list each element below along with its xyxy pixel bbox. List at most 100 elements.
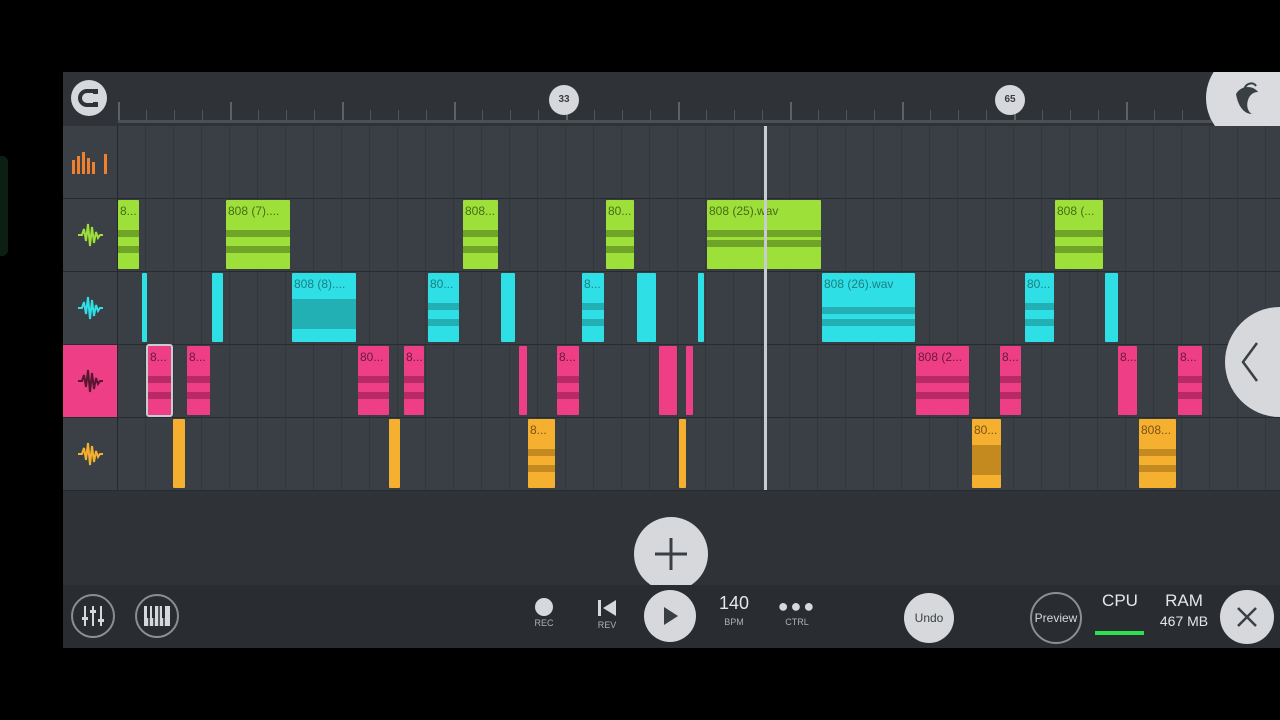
mixer-icon[interactable] — [71, 594, 115, 638]
playlist-window: 33 65 8... 808 (7).... 808... 80... 808 … — [63, 72, 1280, 648]
ruler-tick — [454, 102, 456, 120]
audio-clip[interactable]: 8... — [557, 346, 579, 415]
audio-clip[interactable]: 808 (2... — [916, 346, 969, 415]
audio-clip[interactable]: 808 (7).... — [226, 200, 290, 269]
ruler-tick — [650, 110, 651, 120]
ruler-tick — [1126, 102, 1128, 120]
audio-clip[interactable]: 8... — [118, 200, 139, 269]
record-icon — [535, 598, 553, 616]
audio-clip[interactable]: 8... — [1000, 346, 1021, 415]
audio-clip[interactable]: 8... — [404, 346, 424, 415]
audio-clip[interactable]: 80... — [606, 200, 634, 269]
playhead[interactable] — [764, 126, 767, 490]
transport-toolbar: REC REV 140 BPM ●●● CTRL Undo Preview CP… — [63, 585, 1280, 648]
timeline-ruler[interactable]: 33 65 — [63, 72, 1280, 146]
audio-clip[interactable]: 8... — [528, 419, 555, 488]
audio-clip[interactable]: 80... — [972, 419, 1001, 488]
record-label: REC — [534, 618, 554, 628]
ruler-tick — [902, 102, 904, 120]
record-button[interactable]: REC — [529, 595, 559, 628]
audio-clip[interactable] — [637, 273, 656, 342]
track-row: 808 (8).... 80... 8... 808 (26).wav 80..… — [63, 272, 1280, 345]
bar-marker-33[interactable]: 33 — [549, 85, 579, 115]
ruler-tick — [1070, 110, 1071, 120]
ruler-tick — [986, 110, 987, 120]
preview-button[interactable]: Preview — [1030, 592, 1082, 644]
audio-clip[interactable] — [1105, 273, 1118, 342]
audio-clip[interactable] — [519, 346, 527, 415]
track-lane[interactable] — [118, 126, 1280, 198]
audio-clip[interactable]: 808... — [1139, 419, 1176, 488]
track-header-cyan[interactable] — [63, 272, 118, 344]
track-row: 8... 80... 808... — [63, 418, 1280, 491]
track-row — [63, 126, 1280, 199]
track-header-automation[interactable] — [63, 126, 118, 198]
ruler-tick — [622, 110, 623, 120]
audio-clip[interactable] — [501, 273, 515, 342]
track-row: 8... 8... 80... 8... 8... 808 (2... 8...… — [63, 344, 1280, 418]
audio-clip[interactable]: 808 (8).... — [292, 273, 356, 342]
ruler-tick — [118, 102, 120, 120]
ruler-tick — [510, 110, 511, 120]
audio-clip[interactable] — [686, 346, 693, 415]
audio-clip[interactable]: 80... — [358, 346, 389, 415]
ctrl-button[interactable]: ●●● CTRL — [777, 595, 817, 627]
tempo-label: BPM — [724, 617, 744, 627]
ruler-tick — [1154, 110, 1155, 120]
audio-clip[interactable] — [212, 273, 223, 342]
audio-clip[interactable]: 8... — [187, 346, 210, 415]
tempo-button[interactable]: 140 BPM — [714, 593, 754, 627]
track-header-green[interactable] — [63, 199, 118, 271]
track-lane[interactable]: 808 (8).... 80... 8... 808 (26).wav 80..… — [118, 272, 1280, 344]
magnet-icon[interactable] — [71, 80, 107, 116]
ruler-tick — [818, 110, 819, 120]
audio-clip[interactable]: 80... — [1025, 273, 1054, 342]
add-icon[interactable] — [634, 517, 708, 591]
ruler-tick — [790, 102, 792, 120]
audio-clip[interactable]: 80... — [428, 273, 459, 342]
side-edge — [0, 156, 8, 256]
audio-clip[interactable] — [173, 419, 185, 488]
undo-button[interactable]: Undo — [904, 593, 954, 643]
audio-clip[interactable]: 8... — [582, 273, 604, 342]
audio-clip[interactable] — [389, 419, 400, 488]
rewind-label: REV — [597, 620, 617, 630]
ruler-baseline — [118, 120, 1280, 123]
bar-marker-65[interactable]: 65 — [995, 85, 1025, 115]
play-button[interactable] — [644, 590, 696, 642]
track-row: 8... 808 (7).... 808... 80... 808 (25).w… — [63, 199, 1280, 272]
waveform-icon — [78, 296, 103, 320]
audio-clip[interactable]: 808... — [463, 200, 498, 269]
ctrl-label: CTRL — [785, 617, 809, 627]
ruler-tick — [230, 102, 232, 120]
audio-clip[interactable]: 808 (26).wav — [822, 273, 915, 342]
ruler-tick — [706, 110, 707, 120]
ruler-tick — [370, 110, 371, 120]
ruler-tick — [258, 110, 259, 120]
more-icon: ●●● — [777, 596, 817, 616]
waveform-icon — [78, 369, 103, 393]
ruler-tick — [874, 110, 875, 120]
ruler-tick — [1042, 110, 1043, 120]
audio-clip[interactable] — [698, 273, 704, 342]
piano-icon[interactable] — [135, 594, 179, 638]
track-lane[interactable]: 8... 80... 808... — [118, 418, 1280, 490]
track-lane[interactable]: 8... 8... 80... 8... 8... 808 (2... 8...… — [118, 344, 1280, 417]
audio-clip[interactable] — [142, 273, 147, 342]
audio-clip-selected[interactable]: 8... — [146, 344, 173, 417]
audio-clip[interactable]: 808 (... — [1055, 200, 1103, 269]
track-lane[interactable]: 8... 808 (7).... 808... 80... 808 (25).w… — [118, 199, 1280, 271]
close-icon[interactable] — [1220, 590, 1274, 644]
track-header-pink[interactable] — [63, 345, 118, 417]
ruler-tick — [202, 110, 203, 120]
track-header-orange[interactable] — [63, 418, 118, 490]
audio-clip[interactable]: 8... — [1178, 346, 1202, 415]
waveform-icon — [78, 442, 103, 466]
rewind-button[interactable]: REV — [592, 595, 622, 630]
audio-clip[interactable]: 8... — [1118, 346, 1137, 415]
audio-clip[interactable] — [659, 346, 677, 415]
ruler-tick — [678, 102, 680, 120]
ram-label: RAM — [1165, 591, 1203, 610]
automation-icon — [72, 152, 107, 174]
audio-clip[interactable] — [679, 419, 686, 488]
